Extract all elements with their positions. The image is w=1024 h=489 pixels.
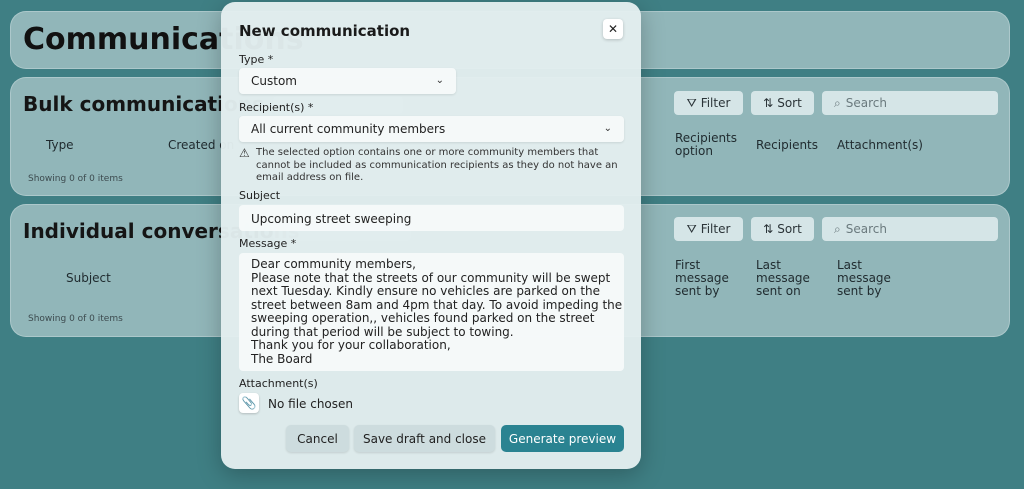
recipients-value: All current community members <box>251 122 446 136</box>
new-communication-dialog: New communication ✕ Type * Custom ⌄ Reci… <box>221 2 641 469</box>
warning-icon: ⚠ <box>239 146 250 160</box>
search-icon: ⌕ <box>834 95 841 110</box>
sort-label: Sort <box>777 96 802 110</box>
generate-preview-button[interactable]: Generate preview <box>501 425 624 452</box>
message-line: Thank you for your collaboration, <box>251 338 451 352</box>
recipients-select[interactable]: All current community members ⌄ <box>239 116 624 142</box>
subject-input[interactable]: Upcoming street sweeping <box>239 205 624 231</box>
individual-filter-button[interactable]: ⛛ Filter <box>674 217 743 241</box>
column-header-last-message-sent-by[interactable]: Last message sent by <box>837 259 897 298</box>
search-icon: ⌕ <box>834 221 841 236</box>
sort-icon: ⇅ <box>763 96 774 110</box>
search-placeholder: Search <box>845 96 887 110</box>
bulk-filter-button[interactable]: ⛛ Filter <box>674 91 743 115</box>
type-value: Custom <box>251 74 297 88</box>
sort-label: Sort <box>777 222 802 236</box>
column-header-last-message-sent-on[interactable]: Last message sent on <box>756 259 816 298</box>
cancel-button[interactable]: Cancel <box>286 425 349 452</box>
bulk-items-count: Showing 0 of 0 items <box>28 174 123 184</box>
subject-value: Upcoming street sweeping <box>251 212 412 226</box>
attach-file-button[interactable]: 📎 <box>239 393 259 413</box>
warning-text: The selected option contains one or more… <box>256 147 618 183</box>
filter-icon: ⛛ <box>686 95 697 110</box>
type-select[interactable]: Custom ⌄ <box>239 68 456 94</box>
message-textarea[interactable]: Dear community members, Please note that… <box>239 253 624 371</box>
message-line: next Tuesday. Kindly ensure no vehicles … <box>251 284 601 298</box>
close-button[interactable]: ✕ <box>603 19 623 39</box>
message-line: The Board <box>251 351 313 366</box>
column-header-recipients[interactable]: Recipients <box>756 139 818 152</box>
file-status: No file chosen <box>268 397 354 411</box>
filter-icon: ⛛ <box>686 221 697 236</box>
column-header-attachments[interactable]: Attachment(s) <box>837 139 923 152</box>
close-icon: ✕ <box>607 22 619 36</box>
type-label: Type * <box>239 53 274 66</box>
chevron-down-icon: ⌄ <box>435 75 444 86</box>
individual-items-count: Showing 0 of 0 items <box>28 314 123 324</box>
bulk-sort-button[interactable]: ⇅ Sort <box>751 91 814 115</box>
column-header-type[interactable]: Type <box>46 139 74 152</box>
paperclip-icon: 📎 <box>241 396 257 410</box>
recipients-label: Recipient(s) * <box>239 101 314 114</box>
chevron-down-icon: ⌄ <box>603 123 612 134</box>
message-line: sweeping operation,, vehicles found park… <box>251 311 595 325</box>
filter-label: Filter <box>700 96 731 110</box>
individual-search-input[interactable]: ⌕ Search <box>822 217 998 241</box>
message-line: during that period will be subject to to… <box>251 324 514 339</box>
message-line: Dear community members, <box>251 257 416 271</box>
filter-label: Filter <box>700 222 731 236</box>
column-header-first-message-sent-by[interactable]: First message sent by <box>675 259 735 298</box>
column-header-subject[interactable]: Subject <box>66 272 111 285</box>
bulk-search-input[interactable]: ⌕ Search <box>822 91 998 115</box>
attachments-label: Attachment(s) <box>239 377 318 390</box>
individual-sort-button[interactable]: ⇅ Sort <box>751 217 814 241</box>
column-header-recipients-option[interactable]: Recipients option <box>675 132 745 158</box>
sort-icon: ⇅ <box>763 222 774 236</box>
search-placeholder: Search <box>845 222 887 236</box>
message-line: street between 8am and 4pm that day. To … <box>251 297 623 312</box>
save-draft-button[interactable]: Save draft and close <box>354 425 495 452</box>
subject-label: Subject <box>239 189 281 202</box>
message-line: Please note that the streets of our comm… <box>251 270 611 285</box>
message-label: Message * <box>239 237 297 250</box>
dialog-title: New communication <box>239 22 411 40</box>
